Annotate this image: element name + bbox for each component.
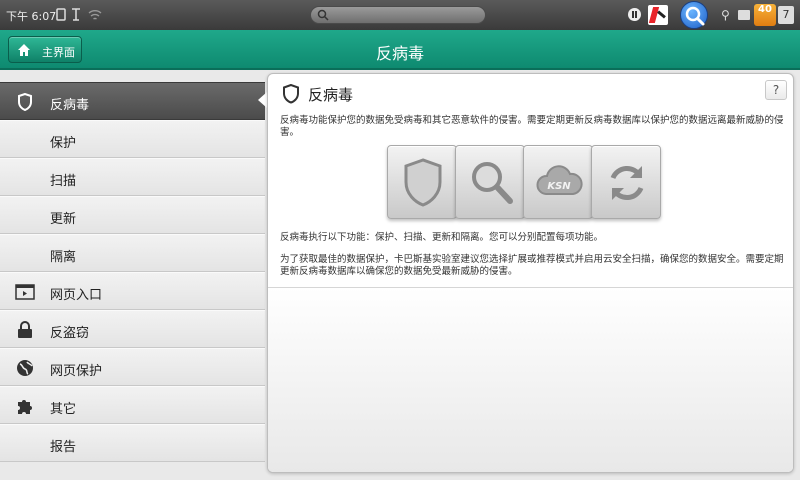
shield-icon [283, 84, 299, 104]
content-panel: 反病毒 ? 反病毒功能保护您的数据免受病毒和其它恶意软件的侵害。需要定期更新反病… [267, 73, 794, 473]
sim-icon [56, 8, 66, 21]
sidebar-item-label: 其它 [50, 402, 77, 417]
sidebar-item-label: 反盗窃 [50, 326, 90, 341]
browser-icon [15, 284, 35, 300]
app-header: 主界面 反病毒 [0, 30, 800, 70]
ksn-tile[interactable]: KSN [523, 145, 593, 219]
globe-icon [17, 360, 33, 376]
sidebar-item-label: 报告 [50, 440, 77, 455]
sidebar-item-label: 网页入口 [50, 288, 103, 303]
warning-count: 40 [758, 4, 772, 15]
search-icon [317, 9, 329, 21]
shield-icon [18, 93, 32, 111]
advice-text: 为了获取最佳的数据保护，卡巴斯基实验室建议您选择扩展或推荐模式并启用云安全扫描，… [280, 254, 784, 277]
intro-text: 反病毒功能保护您的数据免受病毒和其它恶意软件的侵害。需要定期更新反病毒数据库以保… [280, 115, 784, 138]
shield-icon [404, 158, 442, 207]
sidebar-item-label: 保护 [50, 136, 77, 151]
cloud-icon: KSN [536, 165, 583, 195]
kaspersky-icon[interactable] [648, 5, 668, 25]
puzzle-icon [18, 400, 32, 414]
protection-tile[interactable] [387, 145, 457, 219]
magnifier-icon [472, 162, 513, 204]
panel-title: 反病毒 [308, 86, 354, 104]
feature-tiles: KSN [387, 145, 661, 221]
sidebar-item-protection[interactable]: 保护 [0, 120, 265, 158]
sidebar-item-web-protection[interactable]: 网页保护 [0, 348, 265, 386]
wifi-icon [88, 10, 102, 20]
sidebar-item-label: 网页保护 [50, 364, 103, 379]
sidebar: 反病毒 保护 扫描 更新 隔离 网页入口 反盗窃 网页保护 其它 报告 [0, 80, 265, 480]
sidebar-item-report[interactable]: 报告 [0, 424, 265, 462]
help-button[interactable]: ? [765, 80, 787, 100]
selection-pointer [258, 92, 267, 108]
sidebar-item-update[interactable]: 更新 [0, 196, 265, 234]
search-button[interactable] [680, 1, 708, 29]
sidebar-item-label: 更新 [50, 212, 77, 227]
status-bar: 下午 6:07 ⚲ 40 7 [0, 0, 800, 30]
sidebar-item-quarantine[interactable]: 隔离 [0, 234, 265, 272]
sidebar-item-other[interactable]: 其它 [0, 386, 265, 424]
sidebar-item-label: 反病毒 [50, 98, 90, 113]
status-time: 下午 6:07 [6, 10, 57, 23]
notification-badge[interactable]: 7 [778, 6, 794, 24]
status-search-field[interactable] [310, 6, 486, 24]
sidebar-item-label: 隔离 [50, 250, 77, 265]
sidebar-item-antivirus[interactable]: 反病毒 [0, 82, 265, 120]
signal-icon [72, 8, 80, 21]
scan-tile[interactable] [455, 145, 525, 219]
usb-icon: ⚲ [721, 8, 730, 22]
pause-icon[interactable] [628, 8, 641, 21]
search-icon [685, 6, 705, 26]
sidebar-item-scan[interactable]: 扫描 [0, 158, 265, 196]
sidebar-item-label: 扫描 [50, 174, 77, 189]
refresh-icon [610, 165, 644, 201]
sidebar-item-anti-theft[interactable]: 反盗窃 [0, 310, 265, 348]
panel-footer-area [268, 287, 793, 472]
page-title: 反病毒 [375, 44, 424, 63]
sidebar-item-web-portal[interactable]: 网页入口 [0, 272, 265, 310]
functions-text: 反病毒执行以下功能：保护、扫描、更新和隔离。您可以分别配置每项功能。 [280, 232, 604, 243]
battery-icon [738, 10, 750, 20]
warning-badge[interactable]: 40 [754, 4, 776, 26]
ksn-label: KSN [547, 181, 571, 192]
lock-icon [18, 321, 32, 338]
update-tile[interactable] [591, 145, 661, 219]
